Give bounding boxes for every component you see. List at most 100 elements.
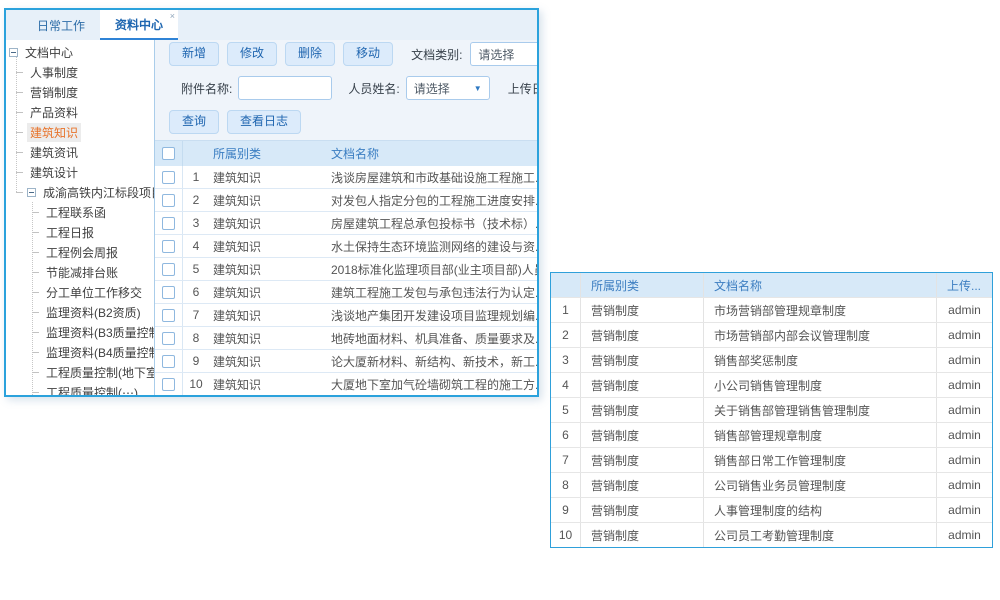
- doc-category-select[interactable]: 请选择 ▼: [470, 42, 537, 66]
- page: 日常工作 资料中心 × 文档中心人事制度营销制度产品资料建筑知识建筑资讯建筑设计…: [0, 0, 1000, 600]
- uploader-cell: admin: [937, 523, 992, 547]
- delete-button[interactable]: 删除: [285, 42, 335, 65]
- uploader-cell: admin: [937, 398, 992, 422]
- tab-data-center[interactable]: 资料中心 ×: [100, 10, 178, 40]
- checkbox-cell: [155, 258, 183, 280]
- tree-item[interactable]: 营销制度: [6, 82, 154, 102]
- row-checkbox[interactable]: [162, 378, 175, 391]
- table-row: 3建筑知识房屋建筑工程总承包投标书（技术标）...: [155, 212, 537, 235]
- row-index: 6: [551, 423, 581, 447]
- doc-category-cell: 建筑知识: [209, 284, 327, 301]
- edit-button[interactable]: 修改: [227, 42, 277, 65]
- tree-item[interactable]: 文档中心: [6, 42, 154, 62]
- doc-name-header: 文档名称: [327, 145, 537, 162]
- checkbox-cell: [155, 235, 183, 257]
- tab-daily-work[interactable]: 日常工作: [22, 10, 100, 40]
- tree-item[interactable]: 建筑知识: [6, 122, 154, 142]
- tree-item[interactable]: 成渝高铁内江标段项目: [6, 182, 154, 202]
- tree-item[interactable]: 工程日报: [6, 222, 154, 242]
- tree-item[interactable]: 人事制度: [6, 62, 154, 82]
- view-log-button[interactable]: 查看日志: [227, 110, 301, 133]
- row-checkbox[interactable]: [162, 332, 175, 345]
- doc-name-cell: 市场营销部管理规章制度: [704, 298, 937, 322]
- tree-item[interactable]: 节能减排台账: [6, 262, 154, 282]
- doc-name-cell: 销售部管理规章制度: [704, 423, 937, 447]
- tree-item[interactable]: 建筑资讯: [6, 142, 154, 162]
- table-row: 2建筑知识对发包人指定分包的工程施工进度安排...: [155, 189, 537, 212]
- table-row: 1建筑知识浅谈房屋建筑和市政基础设施工程施工...: [155, 166, 537, 189]
- table-row: 7建筑知识浅谈地产集团开发建设项目监理规划编...: [155, 304, 537, 327]
- table-row: 10营销制度公司员工考勤管理制度admin: [551, 522, 992, 547]
- table-row: 1营销制度市场营销部管理规章制度admin: [551, 297, 992, 322]
- tree-item[interactable]: 工程质量控制(地下室): [6, 362, 154, 382]
- row-checkbox[interactable]: [162, 194, 175, 207]
- doc-name-cell: 销售部日常工作管理制度: [704, 448, 937, 472]
- action-row: 查询 查看日志: [169, 110, 537, 134]
- doc-category-cell: 营销制度: [581, 423, 704, 447]
- tree-connector: [16, 112, 23, 113]
- collapse-icon[interactable]: [27, 188, 36, 197]
- row-checkbox[interactable]: [162, 286, 175, 299]
- doc-name-cell: 水土保持生态环境监测网络的建设与资...: [327, 238, 537, 255]
- table-row: 5营销制度关于销售部管理销售管理制度admin: [551, 397, 992, 422]
- tree-item[interactable]: 建筑设计: [6, 162, 154, 182]
- uploader-cell: admin: [937, 348, 992, 372]
- row-checkbox[interactable]: [162, 309, 175, 322]
- table-row: 9建筑知识论大厦新材料、新结构、新技术，新工...: [155, 350, 537, 373]
- checkbox-cell: [155, 212, 183, 234]
- row-index: 2: [551, 323, 581, 347]
- add-button[interactable]: 新增: [169, 42, 219, 65]
- select-all-checkbox[interactable]: [162, 147, 175, 160]
- move-button[interactable]: 移动: [343, 42, 393, 65]
- doc-name-cell: 销售部奖惩制度: [704, 348, 937, 372]
- row-index: 7: [183, 308, 209, 322]
- uploader-header: 上传...: [937, 273, 992, 297]
- row-index: 8: [551, 473, 581, 497]
- tree-connector: [32, 252, 39, 253]
- collapse-icon[interactable]: [9, 48, 18, 57]
- tree-item[interactable]: 监理资料(B4质量控制): [6, 342, 154, 362]
- tree-item-label: 工程日报: [43, 223, 97, 242]
- row-checkbox[interactable]: [162, 355, 175, 368]
- tree-item[interactable]: 工程质量控制(⋯): [6, 382, 154, 395]
- attachment-name-input[interactable]: [238, 76, 332, 100]
- tab-bar: 日常工作 资料中心 ×: [6, 10, 537, 40]
- row-checkbox[interactable]: [162, 240, 175, 253]
- doc-category-cell: 营销制度: [581, 398, 704, 422]
- doc-name-cell: 房屋建筑工程总承包投标书（技术标）...: [327, 215, 537, 232]
- main-content: 新增 修改 删除 移动 文档类别: 请选择 ▼ 文档 附件名称: 人员姓名:: [155, 40, 537, 395]
- query-button[interactable]: 查询: [169, 110, 219, 133]
- tree-item[interactable]: 分工单位工作移交: [6, 282, 154, 302]
- tree-item[interactable]: 监理资料(B3质量控制): [6, 322, 154, 342]
- table-row: 3营销制度销售部奖惩制度admin: [551, 347, 992, 372]
- upload-date-label: 上传日期: [508, 80, 537, 97]
- row-index: 1: [551, 298, 581, 322]
- person-name-select[interactable]: 请选择 ▼: [406, 76, 490, 100]
- close-icon[interactable]: ×: [170, 11, 175, 21]
- doc-category-cell: 营销制度: [581, 298, 704, 322]
- marketing-table-body: 1营销制度市场营销部管理规章制度admin2营销制度市场营销部内部会议管理制度a…: [551, 297, 992, 547]
- tree-item-label: 工程质量控制(地下室): [43, 363, 155, 382]
- doc-name-cell: 浅谈房屋建筑和市政基础设施工程施工...: [327, 169, 537, 186]
- tree-item-label: 建筑资讯: [27, 143, 81, 162]
- tree-item[interactable]: 监理资料(B2资质): [6, 302, 154, 322]
- tree-item[interactable]: 工程联系函: [6, 202, 154, 222]
- person-name-select-value: 请选择: [414, 80, 450, 97]
- row-checkbox[interactable]: [162, 217, 175, 230]
- row-checkbox[interactable]: [162, 263, 175, 276]
- uploader-cell: admin: [937, 298, 992, 322]
- row-checkbox[interactable]: [162, 171, 175, 184]
- tree-item-label: 产品资料: [27, 103, 81, 122]
- row-index: 7: [551, 448, 581, 472]
- uploader-cell: admin: [937, 323, 992, 347]
- tree-item[interactable]: 工程例会周报: [6, 242, 154, 262]
- doc-category-cell: 营销制度: [581, 348, 704, 372]
- doc-category-cell: 建筑知识: [209, 238, 327, 255]
- table-row: 8建筑知识地砖地面材料、机具准备、质量要求及...: [155, 327, 537, 350]
- doc-name-cell: 对发包人指定分包的工程施工进度安排...: [327, 192, 537, 209]
- row-index: 5: [551, 398, 581, 422]
- doc-category-cell: 建筑知识: [209, 169, 327, 186]
- filter-row: 附件名称: 人员姓名: 请选择 ▼ 上传日期: [181, 76, 537, 100]
- select-all-cell: [155, 141, 183, 166]
- tree-item[interactable]: 产品资料: [6, 102, 154, 122]
